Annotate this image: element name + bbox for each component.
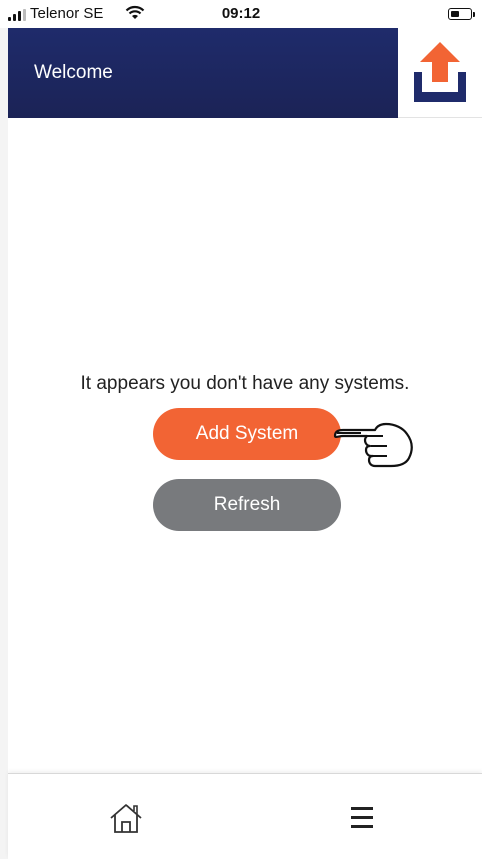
page-title: Welcome (34, 62, 113, 83)
bottom-nav (8, 773, 482, 859)
pointing-hand-icon (333, 422, 413, 468)
status-bar: Telenor SE 09:12 (0, 0, 482, 28)
app-header: Welcome (8, 28, 482, 118)
add-system-button[interactable]: Add System (153, 408, 341, 460)
screen-edge (0, 28, 8, 859)
menu-icon[interactable] (351, 807, 377, 829)
header-bar: Welcome (8, 28, 398, 118)
home-icon[interactable] (108, 802, 144, 834)
clock: 09:12 (221, 5, 261, 22)
refresh-button[interactable]: Refresh (153, 479, 341, 531)
logo (398, 28, 482, 118)
upload-arrow-icon (414, 42, 466, 102)
empty-state-message: It appears you don't have any systems. (80, 373, 410, 394)
main-content: It appears you don't have any systems. A… (8, 118, 482, 773)
battery-icon (448, 8, 475, 20)
